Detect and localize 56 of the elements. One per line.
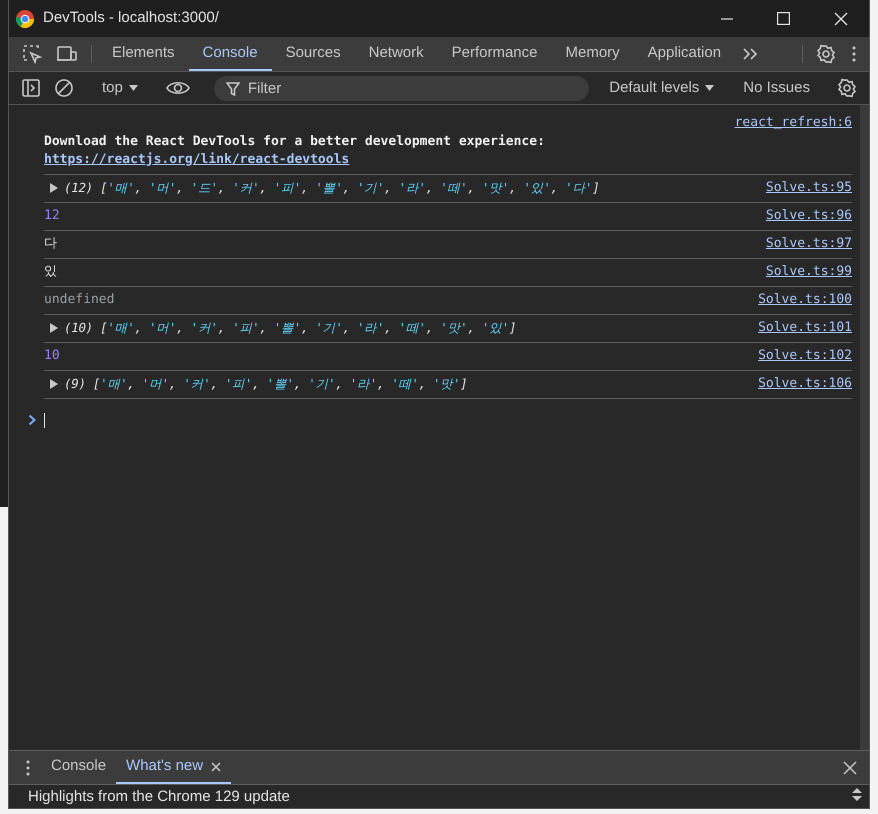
log-value: undefined [44,291,114,310]
text-cursor[interactable] [44,412,45,428]
panel-tab[interactable]: Performance [438,37,552,71]
window-title: DevTools - localhost:3000/ [43,8,220,28]
source-link[interactable]: Solve.ts:95 [766,178,852,198]
expand-triangle-icon[interactable] [50,183,58,193]
panel-tab[interactable]: Application [634,37,736,71]
log-message: Download the React DevTools for a better development experience: [44,132,546,150]
chevron-double-icon [742,47,758,61]
panel-tab[interactable]: Memory [552,37,634,71]
expand-triangle-icon[interactable] [50,323,58,333]
filter-icon [226,82,240,96]
sidebar-icon [22,79,40,97]
issues-button[interactable]: No Issues [735,76,818,100]
array-preview[interactable]: (12) ['매', '머', '드', '커', '피', '뽈', '기', '라', '떼', '맛', '있', '다'] [64,178,600,198]
array-preview[interactable]: (10) ['매', '머', '커', '피', '뽈', '기', '라', '떼', '맛', '있'] [64,318,516,338]
context-dropdown[interactable]: top [94,76,146,100]
source-link[interactable]: Solve.ts:101 [758,318,852,338]
source-link[interactable]: Solve.ts:97 [766,234,852,254]
prompt-chevron-icon [28,414,36,426]
source-link[interactable]: Solve.ts:106 [758,374,852,394]
inspect-icon [22,44,42,64]
panel-tab[interactable]: Network [354,37,438,71]
source-link[interactable]: Solve.ts:96 [766,206,852,226]
log-value: 있 [44,263,57,282]
device-icon [56,44,78,64]
clear-icon [54,78,74,98]
array-preview[interactable]: (9) ['매', '머', '커', '피', '뽈', '기', '라', '떼', '맛'] [64,374,468,394]
maximize-icon [777,12,790,25]
more-options-icon [25,758,31,776]
source-link[interactable]: Solve.ts:102 [758,346,852,366]
log-value: 10 [44,347,60,366]
more-options-icon [851,45,857,63]
source-link[interactable]: Solve.ts:100 [758,290,852,310]
drawer-heading: Highlights from the Chrome 129 update [27,787,291,807]
expand-triangle-icon[interactable] [50,379,58,389]
caret-icon [128,85,138,91]
close-icon [843,760,857,774]
settings-icon [816,44,836,64]
scroll-arrows-icon [851,786,863,802]
drawer-tab[interactable]: Console [41,751,116,784]
devtools-link[interactable]: https://reactjs.org/link/react-devtools [44,152,350,166]
eye-icon [166,80,190,96]
caret-icon [705,85,714,91]
panel-tab[interactable]: Elements [98,37,189,71]
scrollbar[interactable] [860,105,869,750]
source-link[interactable]: Solve.ts:99 [766,262,852,282]
browser-logo-icon [15,8,35,28]
log-value: 12 [44,207,60,226]
source-link[interactable]: react_refresh:6 [734,113,852,132]
settings-icon [837,78,857,98]
close-icon [834,12,848,26]
filter-field[interactable]: Filter [214,76,590,100]
log-levels-dropdown[interactable]: Default levels [601,76,722,100]
panel-tab[interactable]: Sources [272,37,355,71]
log-value: 다 [44,235,57,254]
